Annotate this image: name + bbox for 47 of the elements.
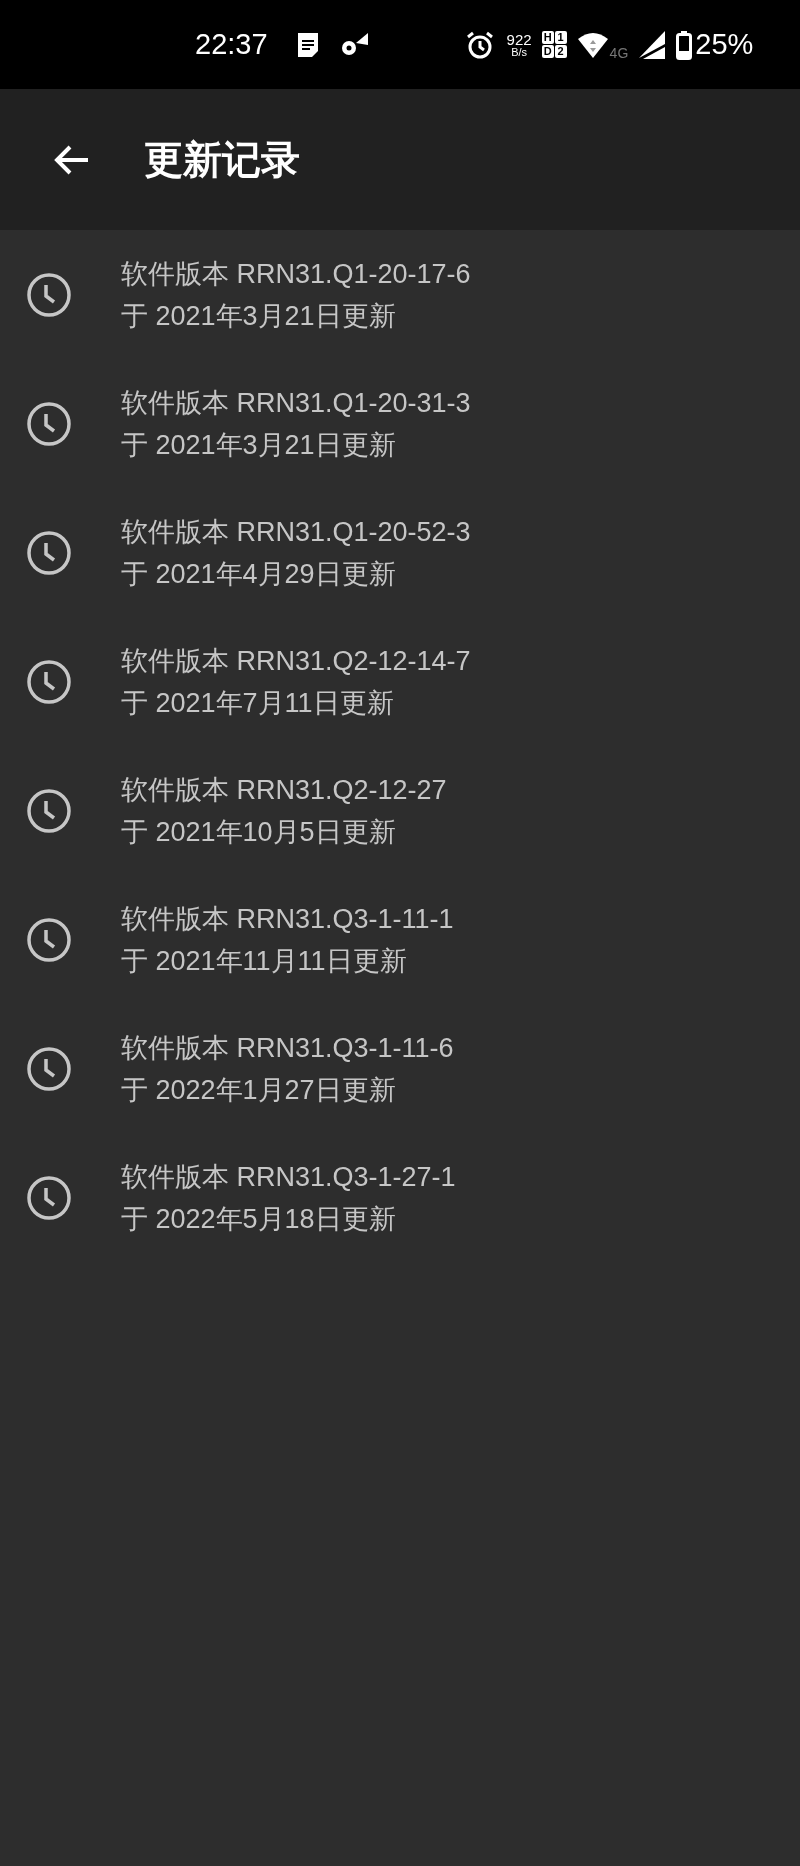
battery-level: 25%: [695, 28, 754, 61]
update-date: 于 2021年11月11日更新: [121, 944, 408, 978]
battery-icon: [676, 29, 693, 60]
signal-icon: [636, 29, 667, 60]
sim-label: D: [541, 45, 554, 58]
update-date: 于 2021年10月5日更新: [121, 815, 397, 849]
version-text: 软件版本 RRN31.Q1-20-31-3: [121, 386, 471, 420]
clock-time: 22:37: [195, 28, 268, 61]
alarm-icon: [464, 29, 495, 60]
clock-icon: [26, 787, 72, 834]
version-text: 软件版本 RRN31.Q3-1-11-1: [121, 902, 454, 936]
update-item[interactable]: 软件版本 RRN31.Q2-12-27 于 2021年10月5日更新: [0, 746, 800, 875]
update-date: 于 2021年3月21日更新: [121, 299, 397, 333]
update-item[interactable]: 软件版本 RRN31.Q1-20-31-3 于 2021年3月21日更新: [0, 359, 800, 488]
sim-label: 2: [554, 45, 567, 58]
clock-icon: [26, 1174, 72, 1221]
update-item[interactable]: 软件版本 RRN31.Q3-1-11-1 于 2021年11月11日更新: [0, 875, 800, 1004]
clock-icon: [26, 916, 72, 963]
clock-icon: [26, 1045, 72, 1092]
update-item[interactable]: 软件版本 RRN31.Q1-20-52-3 于 2021年4月29日更新: [0, 488, 800, 617]
update-date: 于 2021年4月29日更新: [121, 557, 397, 591]
clock-icon: [26, 658, 72, 705]
update-date: 于 2021年3月21日更新: [121, 428, 397, 462]
page-title: 更新记录: [144, 136, 300, 183]
sim-label: 1: [554, 31, 567, 44]
sim-label: H: [541, 31, 554, 44]
version-text: 软件版本 RRN31.Q1-20-52-3: [121, 515, 471, 549]
update-item[interactable]: 软件版本 RRN31.Q2-12-14-7 于 2021年7月11日更新: [0, 617, 800, 746]
version-text: 软件版本 RRN31.Q2-12-14-7: [121, 644, 471, 678]
network-speed: 922: [506, 31, 532, 47]
version-text: 软件版本 RRN31.Q3-1-11-6: [121, 1031, 454, 1065]
version-text: 软件版本 RRN31.Q1-20-17-6: [121, 257, 471, 291]
version-text: 软件版本 RRN31.Q2-12-27: [121, 773, 447, 807]
speed-unit: B/s: [511, 46, 528, 58]
note-icon: [295, 30, 320, 59]
update-item[interactable]: 软件版本 RRN31.Q3-1-11-6 于 2022年1月27日更新: [0, 1004, 800, 1133]
version-text: 软件版本 RRN31.Q3-1-27-1: [121, 1160, 456, 1194]
wifi-icon: [576, 30, 609, 59]
clock-icon: [26, 529, 72, 576]
update-item[interactable]: 软件版本 RRN31.Q3-1-27-1 于 2022年5月18日更新: [0, 1133, 800, 1262]
network-type: 4G: [609, 44, 629, 61]
clock-icon: [26, 271, 72, 318]
update-date: 于 2022年1月27日更新: [121, 1073, 397, 1107]
update-date: 于 2022年5月18日更新: [121, 1202, 397, 1236]
update-date: 于 2021年7月11日更新: [121, 686, 395, 720]
update-item[interactable]: 软件版本 RRN31.Q1-20-17-6 于 2021年3月21日更新: [0, 230, 800, 359]
clock-icon: [26, 400, 72, 447]
